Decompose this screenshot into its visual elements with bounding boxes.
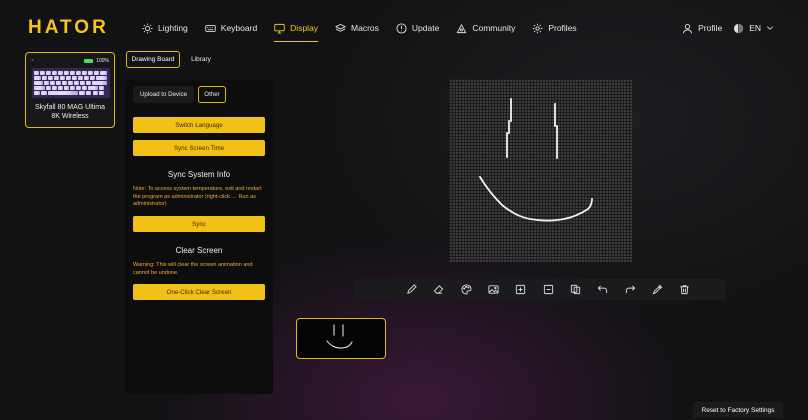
device-name-line1: Skyfall 80 MAG Ultima bbox=[34, 104, 106, 111]
device-name: Skyfall 80 MAG Ultima 8K Wireless bbox=[26, 103, 114, 121]
reset-to-factory-settings-button[interactable]: Reset to Factory Settings bbox=[693, 402, 783, 418]
frame-thumbnail[interactable] bbox=[296, 318, 386, 359]
delete-tool[interactable] bbox=[671, 279, 698, 300]
clear-screen-title: Clear Screen bbox=[175, 246, 223, 255]
keyboard-icon bbox=[205, 24, 216, 32]
battery-icon bbox=[84, 59, 94, 63]
drawing-toolbar bbox=[354, 279, 726, 300]
nav-update-label: Update bbox=[411, 23, 440, 33]
copy-icon bbox=[570, 284, 581, 295]
gear-icon bbox=[533, 23, 543, 33]
tab-library[interactable]: Library bbox=[186, 51, 216, 68]
nav-profiles[interactable]: Profiles bbox=[532, 19, 577, 37]
nav-update[interactable]: Update bbox=[396, 19, 439, 37]
pencil-icon bbox=[407, 284, 417, 294]
language-selector[interactable]: EN bbox=[733, 23, 774, 34]
device-name-line2: 8K Wireless bbox=[51, 113, 89, 120]
trash-icon bbox=[680, 285, 689, 295]
tab-drawing-board[interactable]: Drawing Board bbox=[126, 51, 180, 68]
nav-profiles-label: Profiles bbox=[548, 23, 577, 33]
hator-logo: HATOR bbox=[28, 17, 109, 38]
nav-macros-label: Macros bbox=[351, 23, 379, 33]
palette-icon bbox=[461, 284, 472, 295]
tab-upload-to-device[interactable]: Upload to Device bbox=[133, 86, 194, 103]
device-card[interactable]: ~ 100% Skyfall 80 MAG Ultima 8K Wireless bbox=[25, 52, 115, 128]
battery-level: 100% bbox=[96, 58, 109, 64]
keyboard-image bbox=[32, 68, 110, 98]
language-label: EN bbox=[749, 23, 761, 33]
community-icon bbox=[456, 23, 467, 33]
face-drawing bbox=[478, 98, 593, 222]
nav-display[interactable]: Display bbox=[274, 19, 319, 42]
image-icon bbox=[488, 285, 499, 294]
monitor-icon bbox=[274, 23, 285, 34]
nav-keyboard[interactable]: Keyboard bbox=[205, 19, 257, 37]
zoom-in-icon bbox=[516, 284, 526, 295]
nav-lighting[interactable]: Lighting bbox=[142, 19, 188, 37]
copy-tool[interactable] bbox=[562, 279, 589, 300]
drawing-canvas[interactable] bbox=[449, 79, 632, 262]
account-nav: Profile EN bbox=[677, 19, 774, 37]
battery-indicator: 100% bbox=[84, 58, 109, 64]
redo-icon bbox=[625, 285, 635, 294]
layers-icon bbox=[335, 23, 347, 32]
one-click-clear-screen-button[interactable]: One-Click Clear Screen bbox=[133, 284, 265, 300]
eyedropper-tool[interactable] bbox=[644, 279, 671, 300]
nav-keyboard-label: Keyboard bbox=[220, 23, 258, 33]
tab-other[interactable]: Other bbox=[198, 86, 226, 103]
image-tool[interactable] bbox=[480, 279, 507, 300]
clear-warning: Warning: This will clear the screen anim… bbox=[133, 262, 253, 276]
nav-display-label: Display bbox=[290, 23, 319, 33]
eyedropper-icon bbox=[652, 284, 663, 295]
thumbnail-drawing bbox=[326, 324, 353, 349]
profile-label: Profile bbox=[698, 23, 723, 33]
sync-system-info-title: Sync System Info bbox=[167, 170, 231, 179]
pencil-tool[interactable] bbox=[398, 279, 425, 300]
undo-tool[interactable] bbox=[589, 279, 616, 300]
user-icon bbox=[683, 23, 693, 33]
sync-button[interactable]: Sync bbox=[133, 216, 265, 232]
zoom-in-tool[interactable] bbox=[507, 279, 534, 300]
redo-tool[interactable] bbox=[616, 279, 643, 300]
sync-note: Note: To access system temperature, exit… bbox=[133, 186, 262, 207]
eraser-tool[interactable] bbox=[425, 279, 452, 300]
connection-icon: ~ bbox=[31, 58, 34, 64]
nav-macros[interactable]: Macros bbox=[335, 19, 379, 37]
main-nav: Lighting Keyboard Display Macros Update … bbox=[142, 19, 594, 42]
globe-icon bbox=[734, 23, 744, 33]
palette-tool[interactable] bbox=[453, 279, 480, 300]
zoom-out-icon bbox=[543, 284, 553, 295]
sync-screen-time-button[interactable]: Sync Screen Time bbox=[133, 140, 265, 156]
exclamation-circle-icon bbox=[396, 22, 407, 34]
switch-language-button[interactable]: Switch Language bbox=[133, 117, 265, 133]
nav-community[interactable]: Community bbox=[456, 19, 515, 37]
zoom-out-tool[interactable] bbox=[534, 279, 561, 300]
chevron-down-icon bbox=[767, 26, 773, 30]
profile-button[interactable]: Profile bbox=[682, 23, 722, 34]
undo-icon bbox=[597, 285, 608, 294]
sun-icon bbox=[142, 22, 153, 34]
eraser-icon bbox=[434, 285, 444, 294]
nav-lighting-label: Lighting bbox=[158, 23, 188, 33]
nav-community-label: Community bbox=[472, 23, 516, 33]
